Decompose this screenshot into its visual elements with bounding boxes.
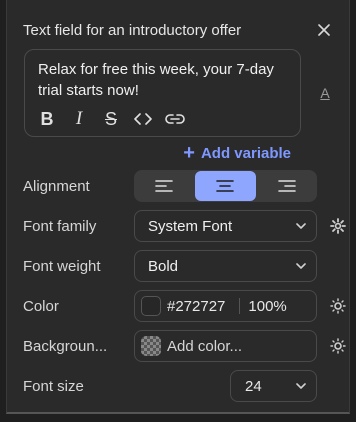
- link-icon: [165, 114, 185, 124]
- font-family-value: System Font: [148, 217, 233, 235]
- font-family-select[interactable]: System Font: [134, 210, 317, 242]
- font-weight-value: Bold: [148, 257, 179, 275]
- transparent-swatch[interactable]: [141, 336, 161, 356]
- text-editor[interactable]: Relax for free this week, your 7-day tri…: [24, 49, 301, 137]
- strikethrough-button[interactable]: S: [100, 108, 122, 130]
- alignment-segmented-control: [134, 170, 317, 202]
- text-style-icon[interactable]: A: [317, 83, 333, 103]
- code-icon: [134, 113, 152, 125]
- font-weight-label: Font weight: [23, 257, 101, 275]
- editor-content[interactable]: Relax for free this week, your 7-day tri…: [38, 59, 288, 101]
- link-button[interactable]: [164, 108, 186, 130]
- add-variable-button[interactable]: + Add variable: [183, 142, 291, 164]
- alignment-label: Alignment: [23, 177, 90, 195]
- font-family-row: Font family System Font: [23, 210, 346, 242]
- color-row: Color #272727 100%: [23, 290, 346, 322]
- chevron-down-icon: [296, 263, 306, 269]
- close-icon[interactable]: [315, 21, 333, 39]
- background-label: Backgroun...: [23, 337, 108, 355]
- background-color-field[interactable]: Add color...: [134, 330, 317, 362]
- color-swatch[interactable]: [141, 296, 161, 316]
- align-center-button[interactable]: [195, 171, 256, 201]
- sun-icon[interactable]: [329, 337, 347, 355]
- font-size-row: Font size 24: [23, 370, 333, 402]
- chevron-down-icon: [296, 383, 306, 389]
- color-opacity-input[interactable]: 100%: [248, 298, 286, 315]
- add-variable-label: Add variable: [200, 144, 291, 162]
- background-row: Backgroun... Add color...: [23, 330, 346, 362]
- font-size-label: Font size: [23, 377, 84, 395]
- align-left-button[interactable]: [134, 170, 194, 202]
- align-right-button[interactable]: [257, 170, 317, 202]
- align-center-icon: [216, 180, 235, 192]
- italic-button[interactable]: I: [68, 108, 90, 130]
- font-size-value: 24: [245, 377, 262, 395]
- gear-icon[interactable]: [329, 217, 347, 235]
- color-label: Color: [23, 297, 59, 315]
- chevron-down-icon: [296, 223, 306, 229]
- font-weight-row: Font weight Bold: [23, 250, 333, 282]
- sun-icon[interactable]: [329, 297, 347, 315]
- panel-title: Text field for an introductory offer: [23, 21, 242, 39]
- bold-button[interactable]: B: [36, 108, 58, 130]
- text-properties-panel: Text field for an introductory offer Rel…: [6, 0, 350, 414]
- background-color-input[interactable]: Add color...: [167, 338, 242, 355]
- panel-header: Text field for an introductory offer: [23, 20, 333, 40]
- divider: [239, 298, 241, 314]
- alignment-row: Alignment: [23, 170, 333, 202]
- color-field[interactable]: #272727 100%: [134, 290, 317, 322]
- align-left-icon: [155, 180, 173, 192]
- formatting-toolbar: B I S: [36, 108, 186, 130]
- color-hex-input[interactable]: #272727: [167, 298, 225, 315]
- align-right-icon: [278, 180, 296, 192]
- code-button[interactable]: [132, 108, 154, 130]
- font-weight-select[interactable]: Bold: [134, 250, 317, 282]
- font-size-select[interactable]: 24: [230, 370, 317, 402]
- plus-icon: +: [183, 142, 195, 164]
- font-family-label: Font family: [23, 217, 97, 235]
